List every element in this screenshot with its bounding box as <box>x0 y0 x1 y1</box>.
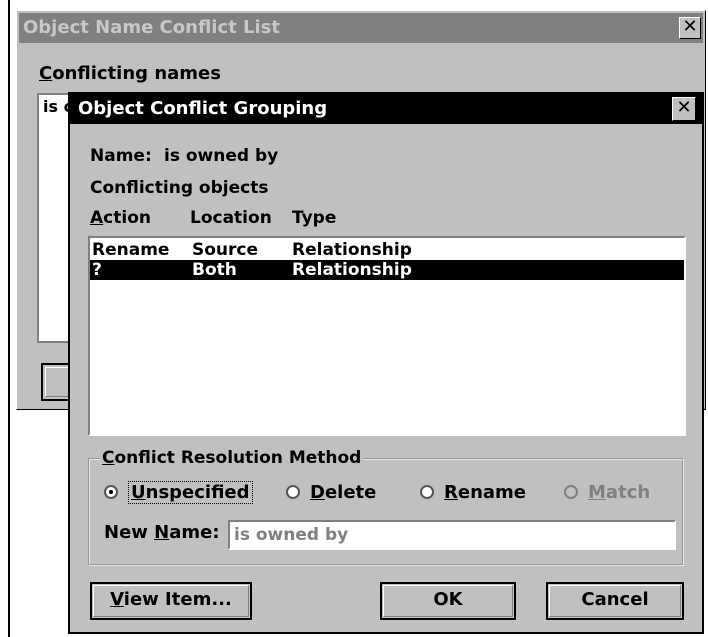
conflicting-names-label-rest: onflicting names <box>52 63 221 84</box>
row-type: Relationship <box>292 260 412 280</box>
cancel-button[interactable]: Cancel <box>546 582 684 620</box>
new-name-label: New Name: <box>104 522 220 543</box>
dialog-title-bar: Object Conflict Grouping ✕ <box>70 94 702 124</box>
object-conflict-grouping-dialog: Object Conflict Grouping ✕ Name: is owne… <box>68 92 704 634</box>
radio-disabled-icon <box>564 485 578 499</box>
radio-icon <box>286 485 300 499</box>
row-action: Rename <box>92 240 170 260</box>
close-icon: ✕ <box>682 16 698 37</box>
view-item-button[interactable]: View Item... <box>90 582 252 620</box>
column-header-type[interactable]: Type <box>292 208 336 228</box>
name-label: Name: <box>90 146 152 166</box>
back-window-title-bar: Object Name Conflict List ✕ <box>19 13 703 43</box>
back-window-close-button[interactable]: ✕ <box>679 17 701 39</box>
radio-delete[interactable]: Delete <box>286 482 376 503</box>
table-row-selected[interactable]: ? Both Relationship <box>90 260 684 280</box>
ok-label: OK <box>433 589 463 610</box>
new-name-input[interactable]: is owned by <box>228 520 676 550</box>
row-location: Both <box>192 260 237 280</box>
close-icon: ✕ <box>676 97 692 118</box>
cancel-label: Cancel <box>581 589 649 610</box>
conflicting-objects-label: Conflicting objects <box>90 178 269 198</box>
radio-rename[interactable]: Rename <box>420 482 526 503</box>
row-action: ? <box>92 260 102 280</box>
back-window-title: Object Name Conflict List <box>23 17 280 38</box>
radio-match: Match <box>564 482 650 503</box>
page-border <box>8 0 10 637</box>
name-value: is owned by <box>164 146 279 166</box>
row-type: Relationship <box>292 240 412 260</box>
conflicting-objects-list[interactable]: Rename Source Relationship ? Both Relati… <box>88 236 686 436</box>
column-header-action[interactable]: Action <box>90 208 151 228</box>
conflict-resolution-legend: Conflict Resolution Method <box>100 448 364 468</box>
dialog-close-button[interactable]: ✕ <box>672 97 696 121</box>
radio-unspecified[interactable]: Unspecified <box>104 481 253 504</box>
conflicting-names-label: Conflicting names <box>39 63 221 84</box>
dialog-title: Object Conflict Grouping <box>78 98 328 119</box>
column-header-location[interactable]: Location <box>190 208 272 228</box>
table-row[interactable]: Rename Source Relationship <box>90 240 684 260</box>
ok-button[interactable]: OK <box>380 582 516 620</box>
radio-icon <box>420 485 434 499</box>
radio-selected-icon <box>104 485 118 499</box>
row-location: Source <box>192 240 259 260</box>
